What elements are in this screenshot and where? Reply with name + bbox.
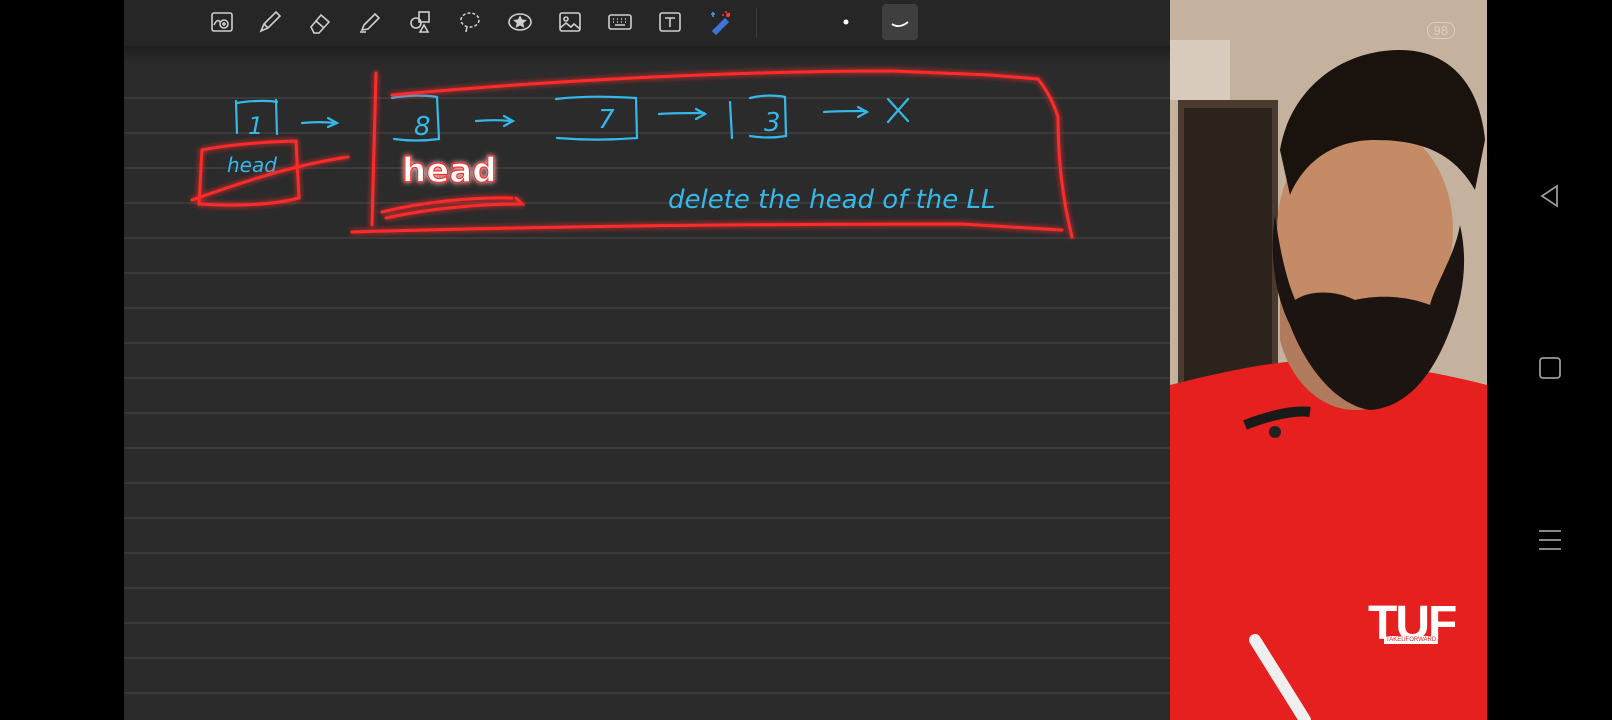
back-icon[interactable]	[1487, 172, 1612, 220]
node-value-7: 7	[598, 105, 615, 135]
null-terminator: X	[879, 94, 903, 129]
caption-text: delete the head of the LL	[668, 185, 996, 215]
node-value-3: 3	[764, 108, 781, 138]
letterbox-left	[0, 0, 124, 720]
presenter-video: 98 TUF TAKEUFORWARD	[1170, 0, 1487, 720]
new-head-label: head	[402, 151, 497, 191]
home-icon[interactable]	[1487, 344, 1612, 392]
handwriting-layer: 1 8 7 3 X head delete the head of the LL…	[190, 69, 1074, 239]
corner-badge: 98	[1426, 22, 1455, 39]
tshirt-subtext: TAKEUFORWARD	[1384, 636, 1439, 644]
android-nav-bar	[1487, 0, 1612, 720]
node-value-1: 1	[248, 112, 263, 140]
node-value-8: 8	[414, 112, 431, 142]
notes-canvas[interactable]: 1 8 7 3 X head delete the head of the LL…	[124, 0, 1170, 720]
menu-icon[interactable]	[1487, 516, 1612, 564]
